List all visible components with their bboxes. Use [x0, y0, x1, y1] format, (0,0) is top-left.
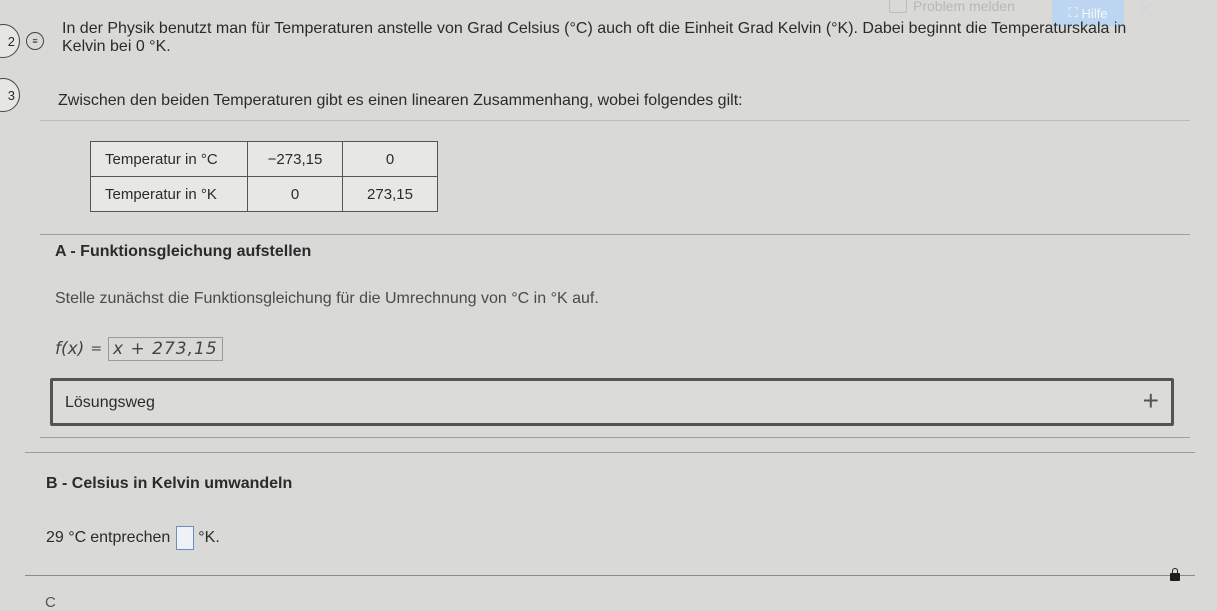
- table-cell: Temperatur in °K: [90, 176, 248, 212]
- table-cell: 0: [342, 141, 438, 177]
- help-icon: ⛶: [1068, 5, 1078, 20]
- answer-field[interactable]: x + 273,15: [108, 337, 223, 361]
- formula: f(x) = x + 273,15: [55, 337, 223, 361]
- formula-equals: =: [90, 341, 103, 357]
- close-icon[interactable]: ✕: [1136, 0, 1158, 23]
- question-verb: entprechen: [90, 529, 171, 546]
- conversion-table: Temperatur in °C −273,15 0 Temperatur in…: [90, 141, 438, 212]
- formula-lhs: f(x): [55, 339, 85, 359]
- intro-line-2: Kelvin bei 0 °K.: [62, 38, 171, 55]
- report-label: Problem melden: [913, 0, 1015, 14]
- section-b-title: B - Celsius in Kelvin umwandeln: [46, 475, 293, 492]
- intro-line-1: In der Physik benutzt man für Temperatur…: [62, 20, 1127, 37]
- table-cell: Temperatur in °C: [90, 141, 248, 177]
- table-cell: 273,15: [342, 176, 438, 212]
- report-problem-button[interactable]: Problem melden: [889, 0, 1015, 14]
- top-bar: Problem melden ⛶ Hilfe ✕: [0, 0, 1217, 26]
- table-cell: −273,15: [247, 141, 343, 177]
- table-row: Temperatur in °K 0 273,15: [90, 176, 438, 212]
- divider: [40, 437, 1190, 438]
- section-c-title: C: [45, 594, 56, 611]
- solution-accordion[interactable]: Lösungsweg +: [50, 378, 1174, 426]
- divider: [40, 120, 1190, 121]
- step-indicator-3[interactable]: 3: [0, 78, 20, 112]
- report-icon: [889, 0, 907, 13]
- table-cell: 0: [247, 176, 343, 212]
- section-b-question: 29 °C entprechen °K.: [46, 526, 220, 550]
- section-a-instruction: Stelle zunächst die Funktionsgleichung f…: [55, 290, 599, 307]
- expand-icon[interactable]: +: [1143, 385, 1159, 417]
- section-a-title: A - Funktionsgleichung aufstellen: [55, 243, 312, 260]
- intro-text: In der Physik benutzt man für Temperatur…: [62, 20, 1182, 56]
- status-icon: ≡: [26, 32, 44, 50]
- celsius-value: 29 °C: [46, 529, 87, 546]
- solution-label: Lösungsweg: [65, 394, 155, 411]
- help-label: Hilfe: [1081, 5, 1108, 21]
- divider: [40, 234, 1190, 235]
- lock-icon: [1170, 568, 1180, 581]
- subtitle: Zwischen den beiden Temperaturen gibt es…: [58, 92, 743, 109]
- table-row: Temperatur in °C −273,15 0: [90, 141, 438, 177]
- step-indicator-2[interactable]: 2: [0, 24, 20, 58]
- divider: [25, 452, 1195, 453]
- divider: [25, 575, 1195, 576]
- kelvin-unit: °K.: [198, 529, 220, 546]
- kelvin-input[interactable]: [176, 526, 195, 550]
